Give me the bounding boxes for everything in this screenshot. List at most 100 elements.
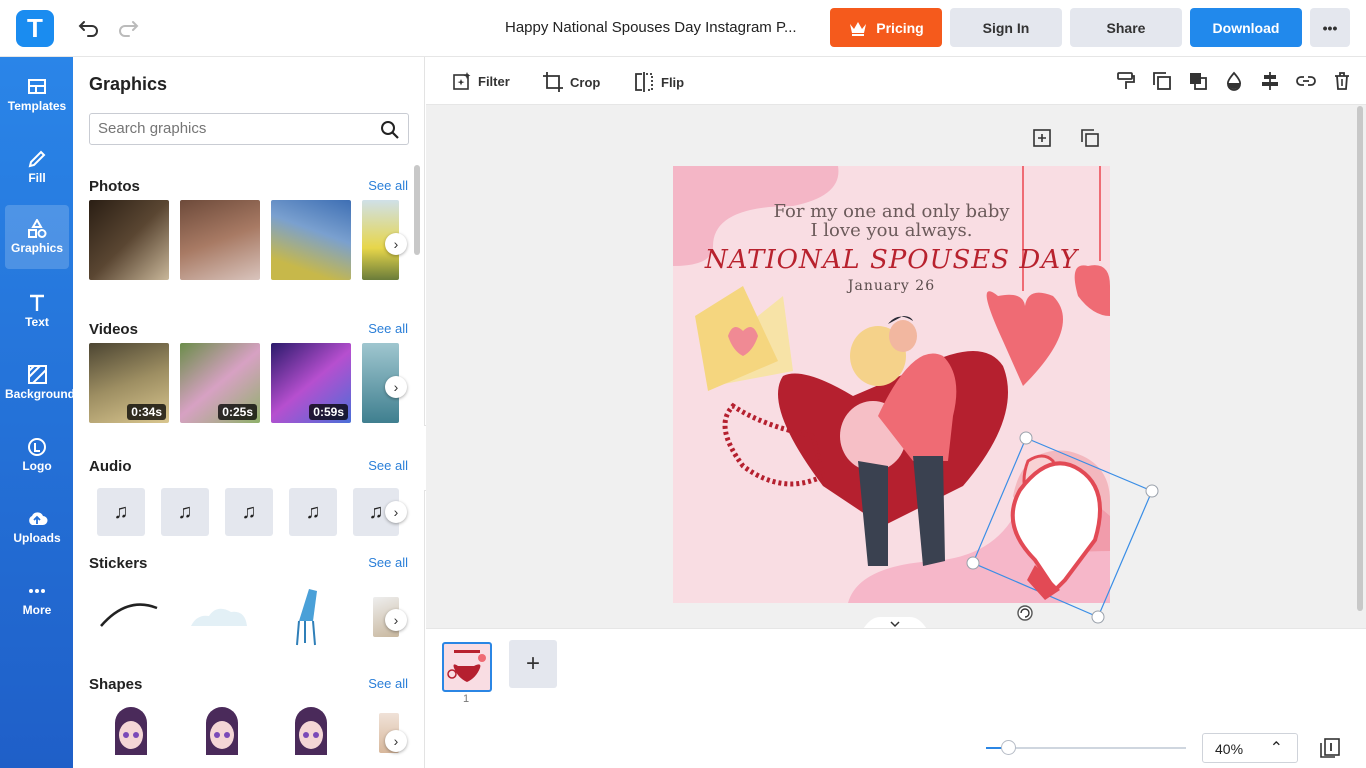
sticker-curve[interactable]: [97, 592, 161, 632]
video-duration: 0:25s: [218, 404, 257, 420]
audio-item[interactable]: ♫: [225, 488, 273, 536]
sign-in-label: Sign In: [982, 19, 1030, 36]
photos-see-all-link[interactable]: See all: [368, 178, 408, 193]
nav-templates[interactable]: Templates: [5, 63, 69, 127]
crop-button[interactable]: Crop: [542, 71, 600, 93]
nav-text[interactable]: Text: [5, 279, 69, 343]
rotate-handle-icon[interactable]: [1016, 604, 1034, 622]
image-toolbar: Filter Crop Flip: [426, 57, 1366, 105]
stickers-see-all-link[interactable]: See all: [368, 555, 408, 570]
chevron-right-icon: ›: [393, 612, 399, 628]
opacity-icon[interactable]: [1224, 71, 1244, 91]
page-manager-icon[interactable]: [1319, 737, 1341, 759]
video-thumb-smoke[interactable]: 0:59s: [271, 343, 351, 423]
audio-item[interactable]: ♫: [161, 488, 209, 536]
duplicate-icon[interactable]: [1152, 71, 1172, 91]
canvas-headline[interactable]: NATIONAL SPOUSES DAY: [673, 245, 1110, 275]
download-button[interactable]: Download: [1190, 8, 1302, 47]
more-options-button[interactable]: •••: [1310, 8, 1350, 47]
download-label: Download: [1212, 19, 1280, 36]
search-input[interactable]: [98, 120, 368, 137]
audio-next-arrow[interactable]: ›: [385, 501, 407, 523]
shapes-next-arrow[interactable]: ›: [385, 730, 407, 752]
logo-icon: [28, 438, 46, 456]
text-icon: [30, 294, 44, 311]
videos-next-arrow[interactable]: ›: [385, 376, 407, 398]
nav-uploads[interactable]: Uploads: [5, 495, 69, 559]
share-button[interactable]: Share: [1070, 8, 1182, 47]
shape-girl-avatar[interactable]: [202, 707, 242, 755]
photo-thumb-vulture[interactable]: [89, 200, 169, 280]
nav-more[interactable]: More: [5, 567, 69, 631]
page-thumbnail[interactable]: [442, 642, 492, 692]
shape-girl-avatar[interactable]: [111, 707, 151, 755]
format-painter-icon[interactable]: [1116, 71, 1136, 91]
canvas-text-line1[interactable]: For my one and only baby: [673, 201, 1110, 222]
canvas-text-line2[interactable]: I love you always.: [673, 220, 1110, 241]
add-page-icon[interactable]: [1032, 128, 1052, 148]
selection-frame[interactable]: [965, 430, 1165, 625]
nav-background[interactable]: Background: [5, 351, 75, 415]
sticker-cloud[interactable]: [187, 602, 251, 632]
shapes-see-all-link[interactable]: See all: [368, 676, 408, 691]
workspace-scrollbar[interactable]: [1357, 106, 1363, 611]
nav-graphics[interactable]: Graphics: [5, 205, 69, 269]
undo-icon[interactable]: [78, 16, 100, 38]
document-title[interactable]: Happy National Spouses Day Instagram P..…: [505, 19, 797, 36]
photo-thumb-camel[interactable]: [180, 200, 260, 280]
zoom-slider-handle[interactable]: [1001, 740, 1016, 755]
templates-icon: [28, 79, 46, 94]
audio-item[interactable]: ♫: [289, 488, 337, 536]
pricing-label: Pricing: [876, 19, 924, 36]
search-box[interactable]: [89, 113, 409, 145]
search-icon[interactable]: [380, 120, 400, 140]
zoom-level-select[interactable]: 40% ⌃: [1202, 733, 1298, 763]
audio-see-all-link[interactable]: See all: [368, 458, 408, 473]
videos-title: Videos: [89, 321, 138, 338]
page-number: 1: [463, 693, 470, 705]
app-logo[interactable]: T: [16, 10, 54, 47]
nav-text-label: Text: [25, 315, 49, 329]
redo-icon[interactable]: [117, 16, 139, 38]
audio-item[interactable]: ♫: [97, 488, 145, 536]
trash-icon[interactable]: [1332, 71, 1352, 91]
chevron-right-icon: ›: [393, 733, 399, 749]
more-icon: [29, 589, 45, 593]
upload-icon: [29, 512, 48, 525]
top-bar: T Happy National Spouses Day Instagram P…: [0, 0, 1366, 57]
video-duration: 0:59s: [309, 404, 348, 420]
music-note-icon: ♫: [368, 500, 384, 523]
layer-order-icon[interactable]: [1188, 71, 1208, 91]
background-icon: [28, 365, 47, 384]
zoom-slider[interactable]: [986, 740, 1186, 755]
video-thumb-forest[interactable]: 0:34s: [89, 343, 169, 423]
pricing-button[interactable]: Pricing: [830, 8, 942, 47]
photo-thumb-bee[interactable]: [271, 200, 351, 280]
filter-button[interactable]: Filter: [452, 71, 510, 91]
sticker-chair[interactable]: [291, 587, 325, 647]
chevron-right-icon: ›: [393, 504, 399, 520]
photos-title: Photos: [89, 178, 140, 195]
sign-in-button[interactable]: Sign In: [950, 8, 1062, 47]
panel-scrollbar[interactable]: [414, 165, 420, 255]
videos-see-all-link[interactable]: See all: [368, 321, 408, 336]
left-nav: Templates Fill Graphics Text Background …: [0, 57, 75, 768]
nav-background-label: Background: [5, 387, 76, 401]
add-page-button[interactable]: +: [509, 640, 557, 688]
link-icon[interactable]: [1296, 71, 1316, 91]
share-label: Share: [1106, 19, 1146, 36]
video-thumb-blossom[interactable]: 0:25s: [180, 343, 260, 423]
stickers-next-arrow[interactable]: ›: [385, 609, 407, 631]
shapes-title: Shapes: [89, 676, 143, 693]
shape-girl-avatar[interactable]: [291, 707, 331, 755]
crop-icon: [543, 72, 563, 92]
duplicate-page-icon[interactable]: [1080, 128, 1100, 148]
nav-fill[interactable]: Fill: [5, 135, 69, 199]
nav-graphics-label: Graphics: [10, 241, 64, 255]
flip-icon: [635, 72, 653, 92]
nav-logo[interactable]: Logo: [5, 423, 69, 487]
photos-next-arrow[interactable]: ›: [385, 233, 407, 255]
align-icon[interactable]: [1260, 71, 1280, 91]
flip-button[interactable]: Flip: [633, 71, 684, 93]
canvas-date[interactable]: January 26: [673, 278, 1110, 294]
